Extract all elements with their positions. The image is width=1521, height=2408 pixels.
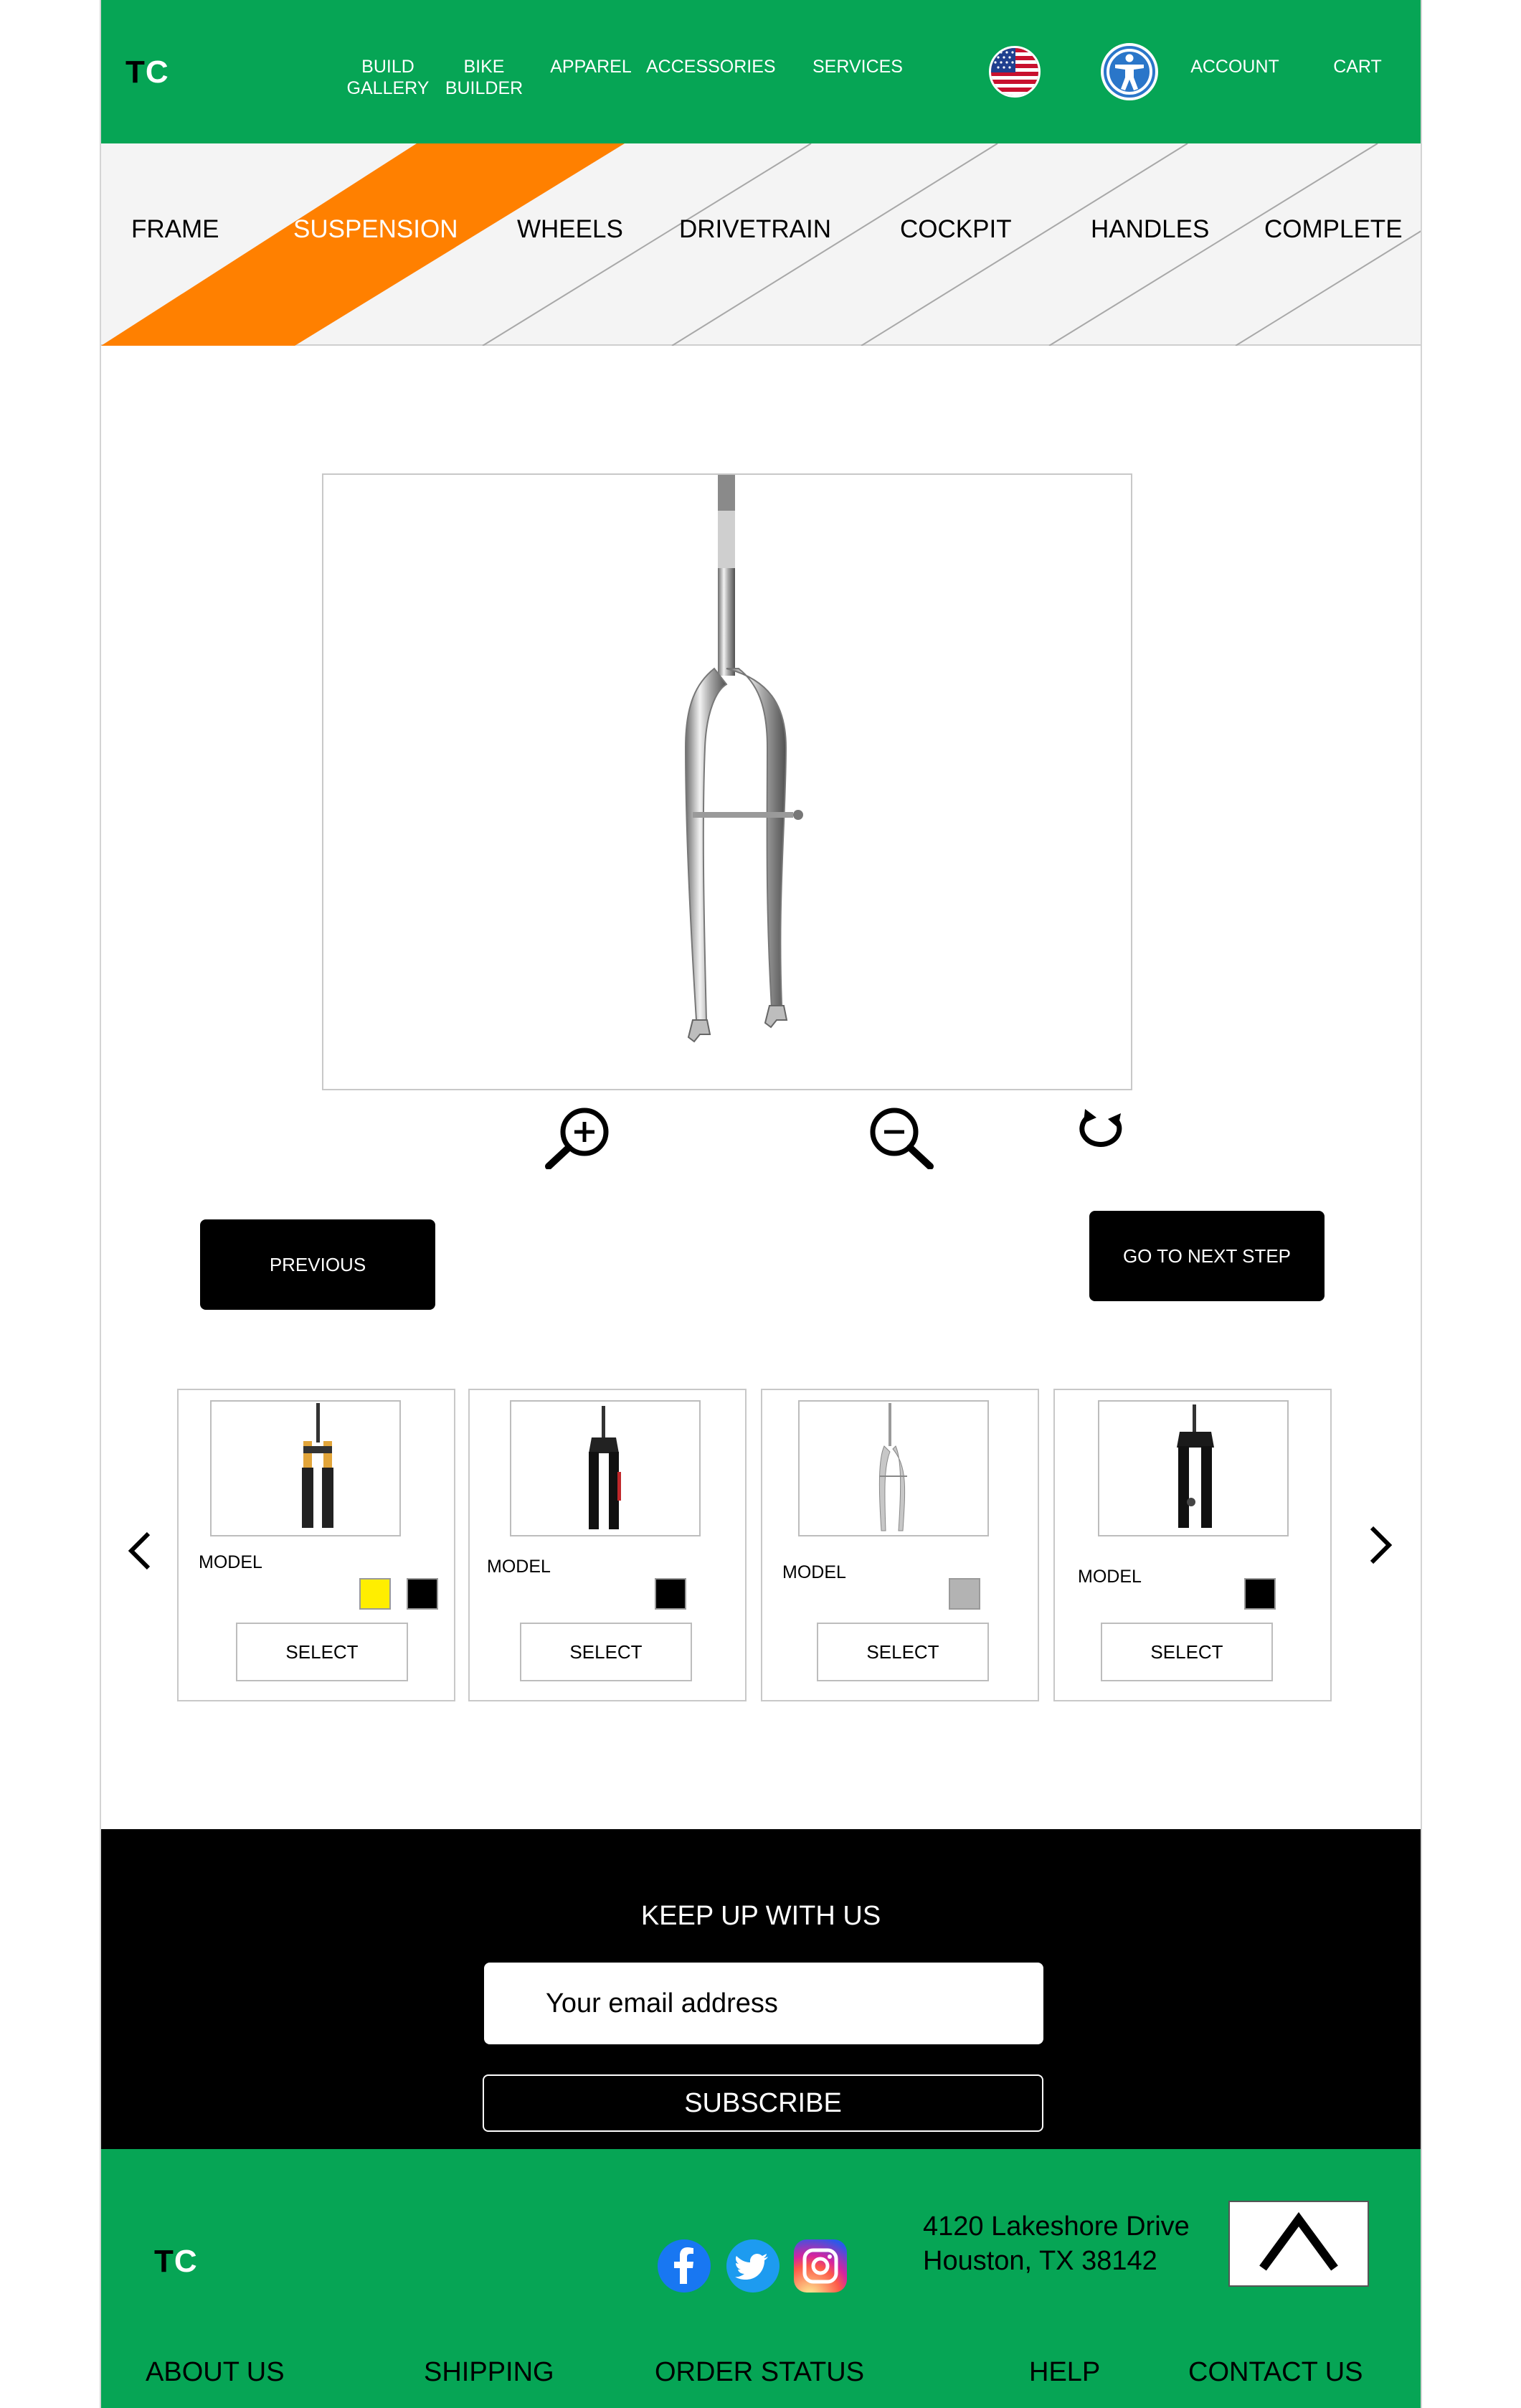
product-thumbnail[interactable] xyxy=(510,1400,701,1536)
builder-steps: FRAME SUSPENSION WHEELS DRIVETRAIN COCKP… xyxy=(101,143,1421,346)
nav-accessories[interactable]: ACCESSORIES xyxy=(646,56,776,77)
color-swatch-silver[interactable] xyxy=(949,1578,980,1610)
carousel-next-arrow[interactable] xyxy=(1368,1525,1393,1569)
product-card: MODEL SELECT xyxy=(1053,1389,1332,1701)
product-model-label: MODEL xyxy=(1078,1567,1142,1587)
company-address: 4120 Lakeshore Drive Houston, TX 38142 xyxy=(923,2209,1190,2278)
product-card: MODEL SELECT xyxy=(468,1389,747,1701)
back-to-top-button[interactable] xyxy=(1228,2201,1369,2287)
address-line-2: Houston, TX 38142 xyxy=(923,2246,1157,2276)
nav-build-gallery[interactable]: BUILD GALLERY xyxy=(338,56,438,99)
rotate-icon[interactable] xyxy=(1075,1106,1128,1157)
steps-background xyxy=(101,143,1421,346)
color-swatch-black[interactable] xyxy=(655,1578,686,1610)
product-model-label: MODEL xyxy=(782,1562,846,1582)
select-button[interactable]: SELECT xyxy=(236,1623,408,1681)
chevron-up-icon xyxy=(1259,2211,1338,2271)
newsletter-title: KEEP UP WITH US xyxy=(640,1901,881,1931)
instagram-icon[interactable] xyxy=(794,2239,847,2293)
color-swatch-yellow[interactable] xyxy=(359,1578,391,1610)
product-model-label: MODEL xyxy=(487,1557,551,1577)
product-card: MODEL SELECT xyxy=(761,1389,1039,1701)
subscribe-button[interactable]: SUBSCRIBE xyxy=(483,2074,1043,2132)
next-step-button[interactable]: GO TO NEXT STEP xyxy=(1089,1211,1325,1301)
page: TC BUILD GALLERY BIKE BUILDER APPAREL AC… xyxy=(100,0,1422,2408)
nav-account[interactable]: ACCOUNT xyxy=(1188,56,1281,77)
site-header: TC BUILD GALLERY BIKE BUILDER APPAREL AC… xyxy=(101,0,1421,143)
facebook-icon[interactable] xyxy=(658,2239,711,2293)
site-logo[interactable]: TC xyxy=(125,55,169,90)
footer-link-shipping[interactable]: SHIPPING xyxy=(424,2357,554,2388)
product-thumbnail[interactable] xyxy=(798,1400,989,1536)
zoom-out-icon[interactable] xyxy=(866,1105,937,1173)
nav-services[interactable]: SERVICES xyxy=(804,56,911,77)
step-drivetrain[interactable]: DRIVETRAIN xyxy=(679,215,831,244)
product-viewer[interactable] xyxy=(322,473,1132,1090)
nav-bike-builder[interactable]: BIKE BUILDER xyxy=(441,56,527,99)
footer-link-help[interactable]: HELP xyxy=(1029,2357,1100,2388)
zoom-in-icon[interactable] xyxy=(544,1105,616,1173)
nav-apparel[interactable]: APPAREL xyxy=(544,56,638,77)
step-suspension[interactable]: SUSPENSION xyxy=(293,215,458,244)
nav-cart[interactable]: CART xyxy=(1329,56,1386,77)
product-card: MODEL SELECT xyxy=(177,1389,455,1701)
select-button[interactable]: SELECT xyxy=(817,1623,989,1681)
footer-logo[interactable]: TC xyxy=(154,2244,198,2280)
accessibility-icon[interactable] xyxy=(1101,43,1158,100)
fork-image xyxy=(684,475,803,1043)
address-line-1: 4120 Lakeshore Drive xyxy=(923,2211,1190,2242)
newsletter-section: KEEP UP WITH US SUBSCRIBE xyxy=(101,1829,1421,2149)
us-flag-icon[interactable] xyxy=(989,46,1041,98)
select-button[interactable]: SELECT xyxy=(520,1623,692,1681)
step-frame[interactable]: FRAME xyxy=(131,215,219,244)
product-model-label: MODEL xyxy=(199,1552,262,1572)
step-handles[interactable]: HANDLES xyxy=(1091,215,1209,244)
footer-link-about-us[interactable]: ABOUT US xyxy=(146,2357,285,2388)
step-wheels[interactable]: WHEELS xyxy=(517,215,623,244)
previous-button[interactable]: PREVIOUS xyxy=(200,1219,435,1310)
twitter-icon[interactable] xyxy=(726,2239,780,2293)
color-swatch-black[interactable] xyxy=(407,1578,438,1610)
step-complete[interactable]: COMPLETE xyxy=(1264,215,1403,244)
select-button[interactable]: SELECT xyxy=(1101,1623,1273,1681)
carousel-prev-arrow[interactable] xyxy=(127,1531,153,1574)
step-cockpit[interactable]: COCKPIT xyxy=(900,215,1012,244)
site-footer: TC 4120 Lakeshore Drive Houston, TX 3814… xyxy=(101,2149,1421,2408)
footer-link-order-status[interactable]: ORDER STATUS xyxy=(655,2357,864,2388)
color-swatch-black[interactable] xyxy=(1244,1578,1276,1610)
product-thumbnail[interactable] xyxy=(210,1400,401,1536)
email-input[interactable] xyxy=(484,1963,1043,2044)
footer-link-contact-us[interactable]: CONTACT US xyxy=(1188,2357,1363,2388)
product-thumbnail[interactable] xyxy=(1098,1400,1289,1536)
